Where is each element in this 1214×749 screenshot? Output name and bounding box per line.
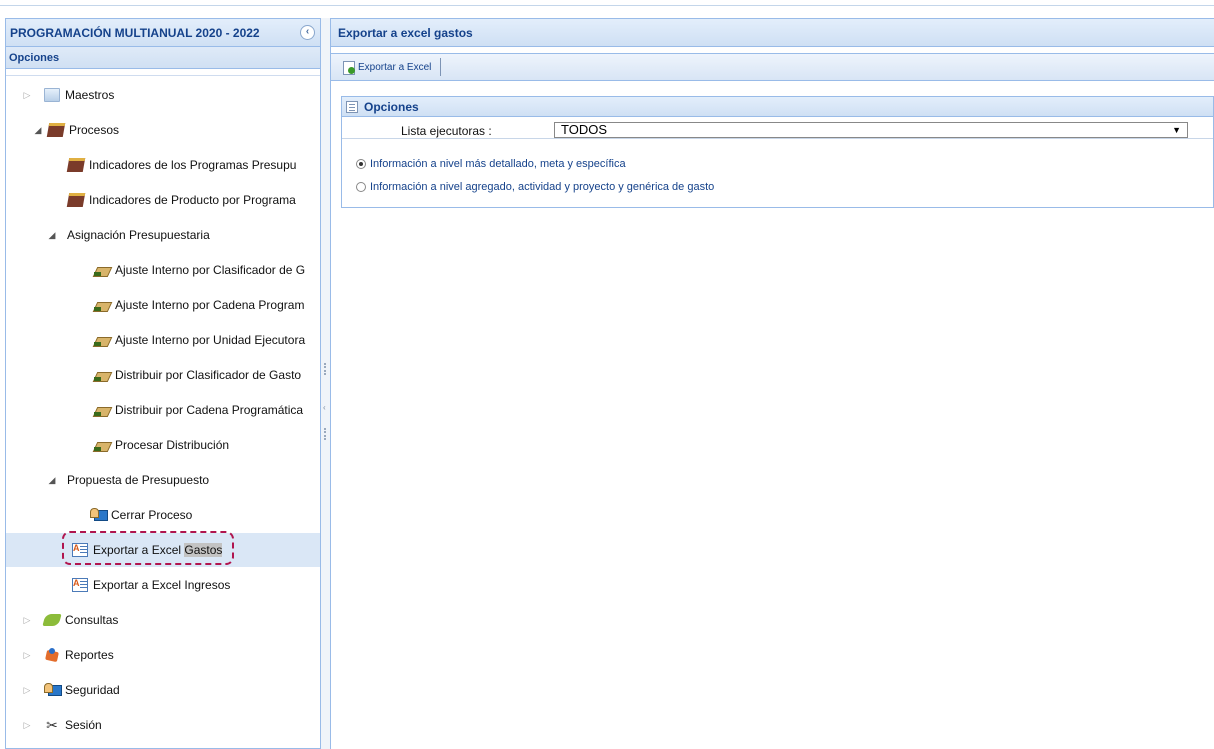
tree-item-label: Consultas: [65, 613, 119, 627]
options-title: Opciones: [364, 99, 419, 114]
tree-item-label: Maestros: [65, 88, 115, 102]
tree-item-label: Ajuste Interno por Cadena Program: [115, 298, 305, 312]
pencil-icon: [94, 439, 110, 451]
collapse-arrow-icon[interactable]: ◢: [46, 230, 58, 241]
pencil-icon: [94, 264, 110, 276]
tree-item-label: Procesar Distribución: [115, 438, 230, 452]
tree-item-asignacion-presupuestaria[interactable]: ◢ Asignación Presupuestaria: [6, 218, 320, 252]
tree-item-exportar-ingresos[interactable]: Exportar a Excel Ingresos: [6, 568, 320, 602]
tree-item-procesos[interactable]: ◢ Procesos: [6, 113, 320, 147]
tree-item-ajuste-unidad[interactable]: Ajuste Interno por Unidad Ejecutora: [6, 323, 320, 357]
tree-item-consultas[interactable]: ▷ Consultas: [6, 603, 320, 637]
monitor-icon: [90, 508, 108, 522]
tree-item-label: Distribuir por Cadena Programática: [115, 403, 304, 417]
ejecutoras-value: TODOS: [561, 122, 607, 137]
radio-detailed-label: Información a nivel más detallado, meta …: [370, 158, 626, 170]
tree-item-indicadores-programas[interactable]: Indicadores de los Programas Presupu: [6, 148, 320, 182]
section-title: Opciones: [6, 47, 320, 69]
report-icon: [44, 648, 60, 662]
tree-item-label: Indicadores de Producto por Programa: [89, 193, 296, 207]
tree-item-label: Distribuir por Clasificador de Gasto: [115, 368, 302, 382]
export-excel-button[interactable]: Exportar a Excel: [339, 57, 434, 77]
dropdown-arrow-icon[interactable]: ▼: [1172, 123, 1181, 137]
tree-item-distribuir-cadena[interactable]: Distribuir por Cadena Programática: [6, 393, 320, 427]
tree-item-label: Ajuste Interno por Clasificador de G: [115, 263, 306, 277]
export-excel-label: Exportar a Excel: [358, 61, 432, 73]
splitter-grip: [324, 428, 326, 440]
tree-item-procesar-distribucion[interactable]: Procesar Distribución: [6, 428, 320, 462]
toolbar-separator: [440, 58, 442, 76]
excel-icon: [72, 543, 88, 557]
pencil-icon: [94, 299, 110, 311]
panel-title-text: PROGRAMACIÓN MULTIANUAL 2020 - 2022: [10, 25, 260, 40]
toolbar: Exportar a Excel: [331, 53, 1214, 81]
monitor-icon: [44, 683, 62, 697]
tree-item-propuesta-presupuesto[interactable]: ◢ Propuesta de Presupuesto: [6, 463, 320, 497]
panel-title: PROGRAMACIÓN MULTIANUAL 2020 - 2022 ‹: [6, 19, 320, 47]
tree-item-seguridad[interactable]: ▷ Seguridad: [6, 673, 320, 707]
radio-aggregate[interactable]: [356, 182, 366, 192]
tree-item-label: Exportar a Excel: [93, 543, 185, 557]
tree-item-label: Procesos: [69, 123, 120, 137]
selected-text: Gastos: [184, 543, 223, 557]
options-panel: PROGRAMACIÓN MULTIANUAL 2020 - 2022 ‹ Op…: [5, 18, 321, 749]
options-header: Opciones: [342, 97, 1213, 117]
book-icon: [66, 158, 86, 172]
ejecutoras-label: Lista ejecutoras :: [401, 124, 492, 138]
folder-icon: [44, 88, 60, 102]
tree-item-indicadores-producto[interactable]: Indicadores de Producto por Programa: [6, 183, 320, 217]
tree-item-label: Cerrar Proceso: [111, 508, 193, 522]
tree-item-exportar-gastos[interactable]: Exportar a Excel Gastos: [6, 533, 320, 567]
expand-arrow-icon[interactable]: ▷: [21, 650, 33, 661]
book-icon: [66, 193, 86, 207]
expand-arrow-icon[interactable]: ▷: [21, 685, 33, 696]
tree-item-ajuste-clasificador[interactable]: Ajuste Interno por Clasificador de G: [6, 253, 320, 287]
splitter-grip: [324, 363, 326, 375]
options-fieldset: Opciones Lista ejecutoras : TODOS ▼ Info…: [341, 96, 1214, 208]
radio-detailed[interactable]: [356, 159, 366, 169]
tree-item-cerrar-proceso[interactable]: Cerrar Proceso: [6, 498, 320, 532]
pencil-icon: [94, 404, 110, 416]
main-panel: Exportar a excel gastos Exportar a Excel…: [330, 18, 1214, 749]
tree-item-label: Seguridad: [65, 683, 120, 697]
tree-item-label: Indicadores de los Programas Presupu: [89, 158, 297, 172]
tree-item-label: Sesión: [65, 718, 102, 732]
tools-icon: ✂: [46, 717, 58, 733]
tree-item-ajuste-cadena[interactable]: Ajuste Interno por Cadena Program: [6, 288, 320, 322]
radio-aggregate-option[interactable]: Información a nivel agregado, actividad …: [356, 181, 714, 193]
splitter-collapse-icon[interactable]: ‹: [323, 403, 326, 412]
pencil-icon: [94, 369, 110, 381]
collapse-arrow-icon[interactable]: ◢: [46, 475, 58, 486]
collapse-arrow-icon[interactable]: ◢: [32, 125, 44, 136]
ejecutoras-row: Lista ejecutoras : TODOS ▼: [342, 121, 1213, 139]
splitter[interactable]: ‹: [321, 18, 330, 749]
tree-item-label: Reportes: [65, 648, 114, 662]
tree-item-sesion[interactable]: ▷ ✂ Sesión: [6, 708, 320, 742]
expand-arrow-icon[interactable]: ▷: [21, 615, 33, 626]
expand-arrow-icon[interactable]: ▷: [21, 90, 33, 101]
chevron-left-icon[interactable]: ‹: [300, 25, 315, 40]
tree-item-reportes[interactable]: ▷ Reportes: [6, 638, 320, 672]
form-icon: [346, 100, 358, 113]
ejecutoras-select[interactable]: TODOS ▼: [554, 122, 1188, 138]
book-icon: [46, 123, 66, 137]
radio-aggregate-label: Información a nivel agregado, actividad …: [370, 181, 715, 193]
expand-arrow-icon[interactable]: ▷: [21, 720, 33, 731]
pencil-icon: [94, 334, 110, 346]
tree-item-label: Ajuste Interno por Unidad Ejecutora: [115, 333, 306, 347]
grass-icon: [42, 614, 62, 626]
excel-icon: [72, 578, 88, 592]
top-strip: [0, 0, 1214, 6]
options-tree: ▷ Maestros ◢ Procesos Indicadores de los…: [6, 75, 320, 748]
tree-item-label: Propuesta de Presupuesto: [67, 473, 210, 487]
page-title: Exportar a excel gastos: [331, 19, 1214, 47]
tree-item-distribuir-clasificador[interactable]: Distribuir por Clasificador de Gasto: [6, 358, 320, 392]
tree-item-label: Asignación Presupuestaria: [67, 228, 210, 242]
tree-item-maestros[interactable]: ▷ Maestros: [6, 78, 320, 112]
tree-item-label: Exportar a Excel Ingresos: [93, 578, 231, 592]
export-excel-icon: [342, 60, 356, 75]
radio-detailed-option[interactable]: Información a nivel más detallado, meta …: [356, 158, 626, 170]
